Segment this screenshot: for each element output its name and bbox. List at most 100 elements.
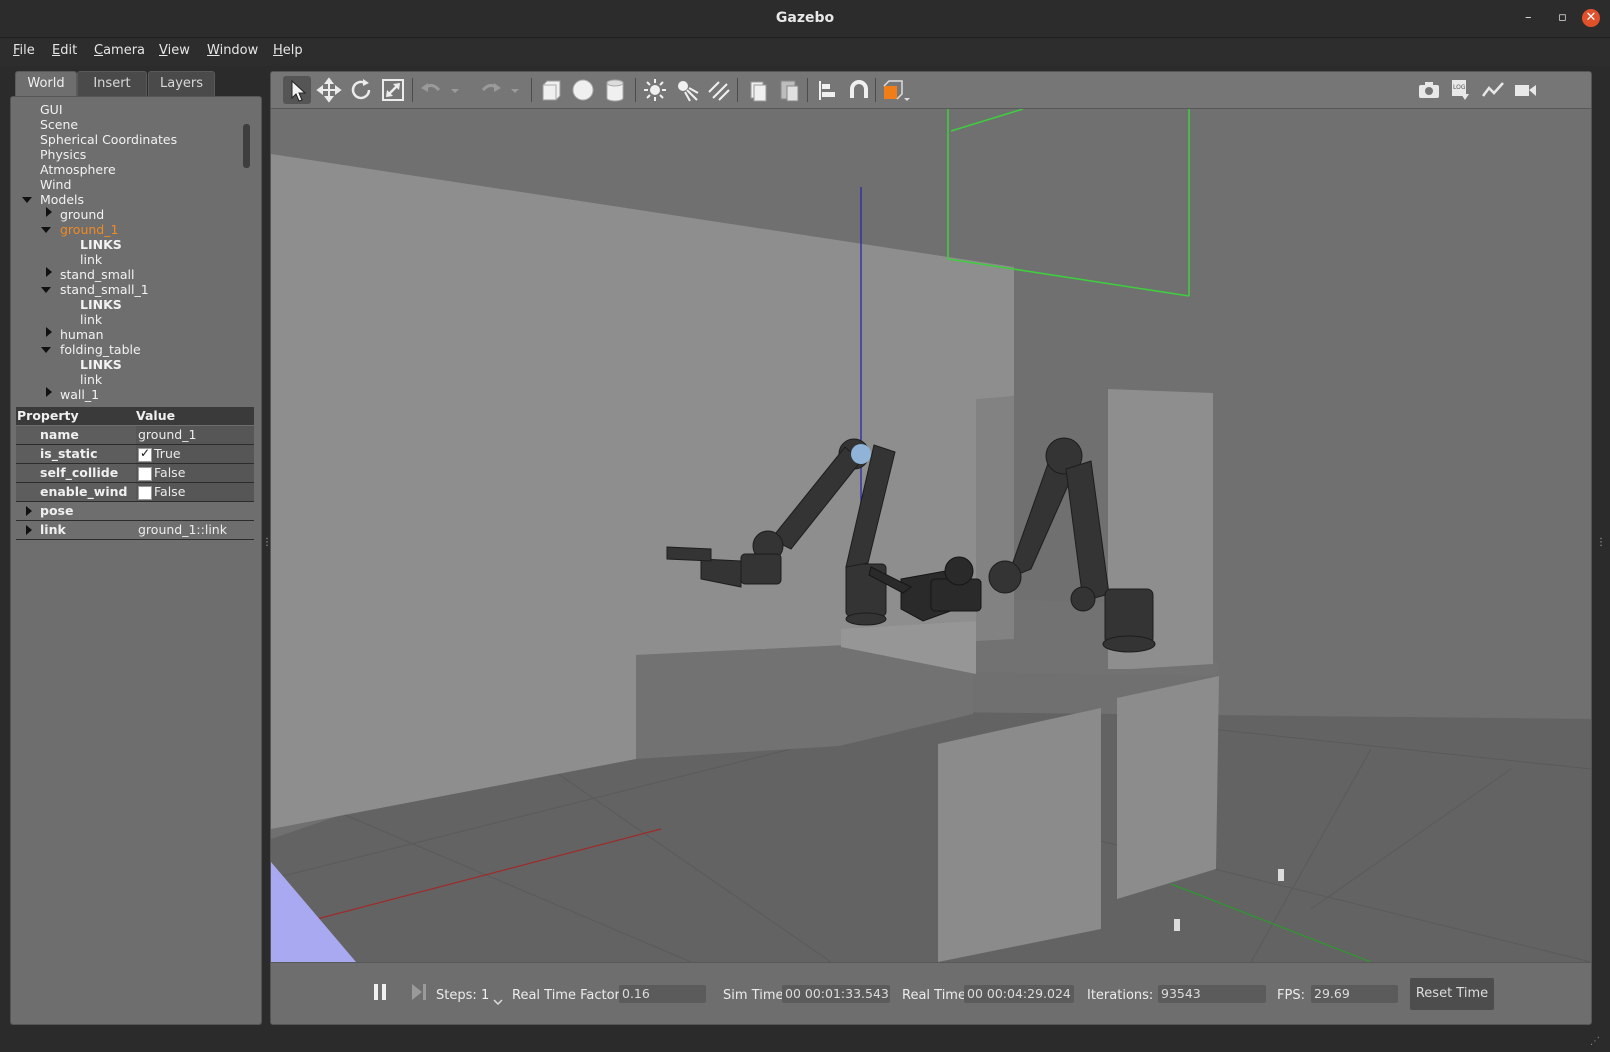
translate-mode-icon[interactable] [315, 76, 343, 104]
tree-item-physics[interactable]: Physics [40, 147, 86, 162]
menu-help[interactable]: Help [273, 43, 303, 58]
property-table-header: Property Value [16, 407, 254, 425]
resize-grip-icon[interactable]: ⋰ [1590, 1036, 1600, 1047]
window-titlebar: Gazebo – ▫ ✕ [0, 0, 1610, 38]
tree-item-links-header: LINKS [80, 357, 122, 372]
tree-item-wind[interactable]: Wind [40, 177, 71, 192]
paste-icon[interactable] [775, 76, 803, 104]
self-collide-checkbox[interactable] [138, 467, 152, 481]
tree-item-link[interactable]: link [80, 372, 102, 387]
tree-item-folding-table[interactable]: folding_table [60, 342, 141, 357]
plot-icon[interactable] [1479, 76, 1507, 104]
right-splitter-handle[interactable]: ⋮ [1596, 537, 1606, 553]
property-key: pose [40, 503, 74, 518]
left-splitter-handle[interactable]: ⋮ [262, 537, 272, 553]
property-key: link [40, 522, 66, 537]
real-time-field: 00 00:04:29.024 [964, 985, 1074, 1003]
log-icon[interactable]: LOG [1447, 76, 1475, 104]
collapse-arrow-icon[interactable] [46, 207, 52, 217]
scale-mode-icon[interactable] [379, 76, 407, 104]
select-mode-icon[interactable] [283, 76, 311, 104]
reset-time-button[interactable]: Reset Time [1410, 978, 1494, 1010]
property-row-name[interactable]: name ground_1 [16, 426, 254, 445]
undo-history-icon[interactable] [447, 76, 463, 104]
copy-icon[interactable] [743, 76, 771, 104]
step-forward-icon[interactable] [409, 981, 429, 1007]
undo-icon[interactable] [417, 76, 445, 104]
sphere-shape-icon[interactable] [569, 76, 597, 104]
property-row-link[interactable]: link ground_1::link [16, 521, 254, 540]
property-key: is_static [40, 446, 98, 461]
expand-arrow-icon[interactable] [41, 227, 51, 233]
expand-arrow-icon[interactable] [26, 506, 32, 516]
menu-camera[interactable]: Camera [94, 43, 145, 58]
property-value: False [154, 465, 186, 480]
tab-insert[interactable]: Insert [77, 71, 147, 96]
steps-label: Steps: [436, 988, 477, 1003]
directional-light-icon[interactable] [705, 76, 733, 104]
scene-view[interactable] [271, 109, 1591, 962]
point-light-icon[interactable] [641, 76, 669, 104]
property-row-enable-wind[interactable]: enable_wind False [16, 483, 254, 502]
property-key: name [40, 427, 79, 442]
menu-edit[interactable]: Edit [52, 43, 77, 58]
viewport-toolbar: LOG [271, 72, 1591, 109]
collapse-arrow-icon[interactable] [46, 327, 52, 337]
property-value[interactable]: ground_1 [138, 427, 196, 442]
tab-layers[interactable]: Layers [148, 71, 215, 96]
real-time-label: Real Time: [902, 988, 971, 1003]
expand-arrow-icon[interactable] [26, 525, 32, 535]
box-shape-icon[interactable] [537, 76, 565, 104]
expand-arrow-icon[interactable] [41, 347, 51, 353]
redo-icon[interactable] [477, 76, 505, 104]
tree-scrollbar[interactable] [243, 124, 250, 168]
property-row-pose[interactable]: pose [16, 502, 254, 521]
spot-light-icon[interactable] [673, 76, 701, 104]
tree-item-scene[interactable]: Scene [40, 117, 78, 132]
maximize-button[interactable]: ▫ [1558, 10, 1567, 25]
close-button[interactable]: ✕ [1582, 9, 1600, 27]
scene-3d-render [271, 109, 1591, 962]
tree-item-links-header: LINKS [80, 297, 122, 312]
svg-text:LOG: LOG [1453, 84, 1466, 91]
tree-item-stand-small[interactable]: stand_small [60, 267, 134, 282]
tree-item-stand-small-1[interactable]: stand_small_1 [60, 282, 149, 297]
collapse-arrow-icon[interactable] [46, 387, 52, 397]
iterations-field: 93543 [1158, 985, 1266, 1003]
tree-item-wall-1[interactable]: wall_1 [60, 387, 99, 402]
menu-window[interactable]: Window [207, 43, 258, 58]
chevron-down-icon[interactable] [493, 994, 503, 1009]
rotate-mode-icon[interactable] [347, 76, 375, 104]
tree-item-gui[interactable]: GUI [40, 102, 63, 117]
tab-world[interactable]: World [15, 71, 77, 98]
tree-item-human[interactable]: human [60, 327, 104, 342]
record-video-icon[interactable] [1511, 76, 1539, 104]
cylinder-shape-icon[interactable] [601, 76, 629, 104]
minimize-button[interactable]: – [1525, 10, 1532, 25]
enable-wind-checkbox[interactable] [138, 486, 152, 500]
property-value: False [154, 484, 186, 499]
expand-arrow-icon[interactable] [22, 197, 32, 203]
tree-item-spherical-coordinates[interactable]: Spherical Coordinates [40, 132, 177, 147]
is-static-checkbox[interactable] [138, 446, 152, 462]
tree-item-link[interactable]: link [80, 252, 102, 267]
tree-item-ground-1[interactable]: ground_1 [60, 222, 118, 237]
tree-item-models[interactable]: Models [40, 192, 84, 207]
steps-value[interactable]: 1 [481, 988, 489, 1003]
expand-arrow-icon[interactable] [41, 287, 51, 293]
snap-icon[interactable] [845, 76, 873, 104]
menu-file[interactable]: File [13, 43, 35, 58]
tree-item-atmosphere[interactable]: Atmosphere [40, 162, 116, 177]
menu-view[interactable]: View [159, 43, 190, 58]
view-angle-icon[interactable] [879, 76, 913, 104]
tree-item-ground[interactable]: ground [60, 207, 104, 222]
pause-icon[interactable] [371, 981, 391, 1007]
property-row-is-static[interactable]: is_static True [16, 445, 254, 464]
screenshot-icon[interactable] [1415, 76, 1443, 104]
property-column-header: Property [17, 408, 79, 423]
collapse-arrow-icon[interactable] [46, 267, 52, 277]
align-icon[interactable] [813, 76, 841, 104]
redo-history-icon[interactable] [507, 76, 523, 104]
property-row-self-collide[interactable]: self_collide False [16, 464, 254, 483]
tree-item-link[interactable]: link [80, 312, 102, 327]
